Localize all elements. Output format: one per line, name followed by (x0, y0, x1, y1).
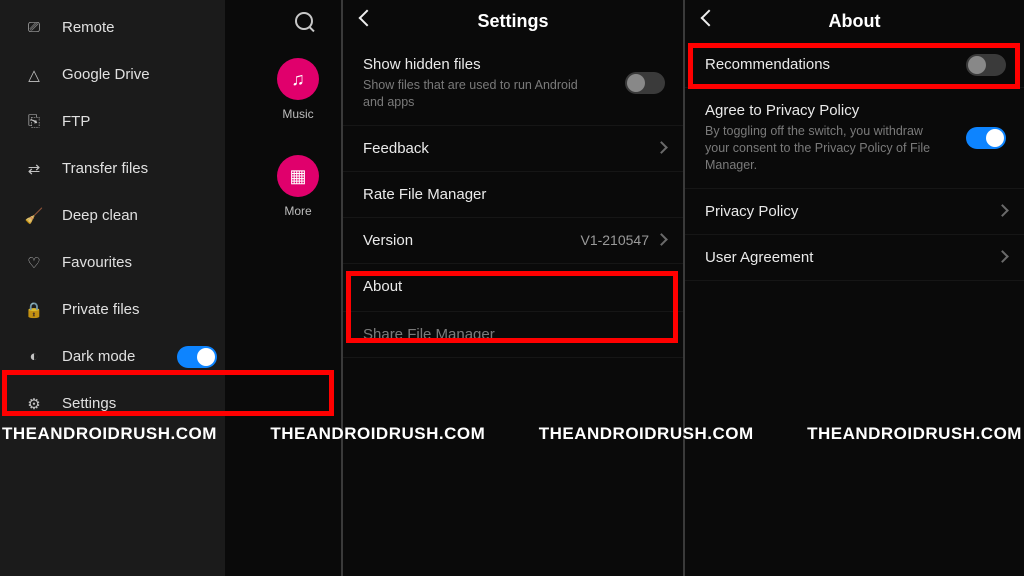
page-title: About (829, 11, 881, 32)
header: Settings (343, 0, 683, 42)
drawer-label: Settings (62, 395, 116, 412)
watermark-text: THEANDROIDRUSH.COM (270, 424, 485, 456)
row-feedback[interactable]: Feedback (343, 126, 683, 172)
drawer-label: Dark mode (62, 348, 135, 365)
watermark-text: THEANDROIDRUSH.COM (2, 424, 217, 456)
drawer-favourites[interactable]: ♡ Favourites (0, 239, 225, 286)
panel-drawer-screen: ⎚ Remote △ Google Drive ⎘ FTP ⇄ Transfer fil… (0, 0, 341, 576)
search-icon[interactable] (295, 12, 317, 34)
row-recommendations[interactable]: Recommendations (685, 42, 1024, 88)
version-value: V1-210547 (580, 232, 649, 248)
category-column: ♫ Music ▦ More (277, 58, 319, 218)
row-user-agreement[interactable]: User Agreement (685, 235, 1024, 281)
drawer-label: Google Drive (62, 66, 150, 83)
watermark-strip: THEANDROIDRUSH.COM THEANDROIDRUSH.COM TH… (0, 424, 1024, 456)
drawer-google-drive[interactable]: △ Google Drive (0, 51, 225, 98)
transfer-icon: ⇄ (24, 160, 44, 178)
row-agree-privacy[interactable]: Agree to Privacy Policy By toggling off … (685, 88, 1024, 189)
back-icon[interactable] (697, 8, 719, 30)
category-label: Music (282, 107, 313, 121)
category-music[interactable]: ♫ Music (277, 58, 319, 121)
page-title: Settings (477, 11, 548, 32)
row-about[interactable]: About (343, 264, 683, 312)
panel-settings-screen: Settings Show hidden files Show files th… (341, 0, 683, 576)
remote-icon: ⎚ (24, 19, 44, 36)
header: About (685, 0, 1024, 42)
navigation-drawer: ⎚ Remote △ Google Drive ⎘ FTP ⇄ Transfer fil… (0, 0, 225, 576)
drive-icon: △ (24, 66, 44, 84)
row-title: Show hidden files (363, 56, 663, 73)
lock-icon: 🔒 (24, 301, 44, 319)
row-title: Share File Manager (363, 326, 663, 343)
privacy-agree-toggle[interactable] (966, 127, 1006, 149)
row-title: Rate File Manager (363, 186, 663, 203)
category-label: More (284, 204, 311, 218)
row-rate-file-manager[interactable]: Rate File Manager (343, 172, 683, 218)
drawer-dark-mode[interactable]: ◐ Dark mode (0, 333, 225, 380)
gear-icon: ⚙ (24, 395, 44, 413)
drawer-remote[interactable]: ⎚ Remote (0, 4, 225, 51)
chevron-right-icon (657, 143, 667, 153)
ftp-icon: ⎘ (24, 113, 44, 130)
row-privacy-policy[interactable]: Privacy Policy (685, 189, 1024, 235)
drawer-label: Remote (62, 19, 115, 36)
row-title: Feedback (363, 140, 663, 157)
row-title: About (363, 278, 663, 295)
back-icon[interactable] (355, 8, 377, 30)
chevron-right-icon (657, 235, 667, 245)
watermark-text: THEANDROIDRUSH.COM (807, 424, 1022, 456)
drawer-private[interactable]: 🔒 Private files (0, 286, 225, 333)
row-show-hidden-files[interactable]: Show hidden files Show files that are us… (343, 42, 683, 126)
category-more[interactable]: ▦ More (277, 155, 319, 218)
drawer-label: Transfer files (62, 160, 148, 177)
chevron-right-icon (998, 252, 1008, 262)
panel1-content-behind-drawer: ♫ Music ▦ More (225, 0, 341, 576)
drawer-ftp[interactable]: ⎘ FTP (0, 98, 225, 145)
triptych-root: ⎚ Remote △ Google Drive ⎘ FTP ⇄ Transfer fil… (0, 0, 1024, 576)
drawer-label: FTP (62, 113, 90, 130)
row-title: Privacy Policy (705, 203, 1004, 220)
dark-mode-toggle[interactable] (177, 346, 217, 368)
dark-mode-icon: ◐ (24, 348, 44, 365)
drawer-settings[interactable]: ⚙ Settings (0, 380, 225, 427)
row-version[interactable]: Version V1-210547 (343, 218, 683, 264)
recommendations-toggle[interactable] (966, 54, 1006, 76)
row-subtitle: By toggling off the switch, you withdraw… (705, 123, 935, 174)
drawer-transfer[interactable]: ⇄ Transfer files (0, 145, 225, 192)
music-icon: ♫ (277, 58, 319, 100)
watermark-text: THEANDROIDRUSH.COM (539, 424, 754, 456)
grid-icon: ▦ (277, 155, 319, 197)
panel-about-screen: About Recommendations Agree to Privacy P… (683, 0, 1024, 576)
row-title: Recommendations (705, 56, 1004, 73)
drawer-deep-clean[interactable]: 🧹 Deep clean (0, 192, 225, 239)
drawer-label: Favourites (62, 254, 132, 271)
row-title: Agree to Privacy Policy (705, 102, 1004, 119)
drawer-label: Private files (62, 301, 140, 318)
row-title: User Agreement (705, 249, 1004, 266)
drawer-label: Deep clean (62, 207, 138, 224)
row-subtitle: Show files that are used to run Android … (363, 77, 593, 111)
show-hidden-toggle[interactable] (625, 72, 665, 94)
row-share-file-manager[interactable]: Share File Manager (343, 312, 683, 358)
chevron-right-icon (998, 206, 1008, 216)
broom-icon: 🧹 (24, 207, 44, 225)
heart-icon: ♡ (24, 254, 44, 272)
